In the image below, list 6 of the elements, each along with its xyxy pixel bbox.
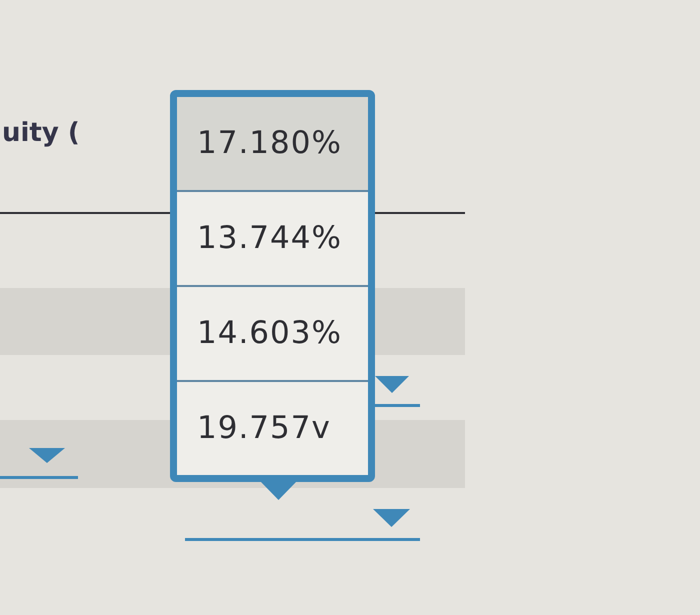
- column-header: uity (: [2, 117, 80, 150]
- caret-icon: [373, 509, 410, 527]
- dropdown-option[interactable]: 17.180%: [177, 97, 368, 192]
- dropdown-field[interactable]: [0, 446, 78, 479]
- dropdown-field[interactable]: [185, 507, 420, 541]
- caret-icon: [29, 448, 65, 463]
